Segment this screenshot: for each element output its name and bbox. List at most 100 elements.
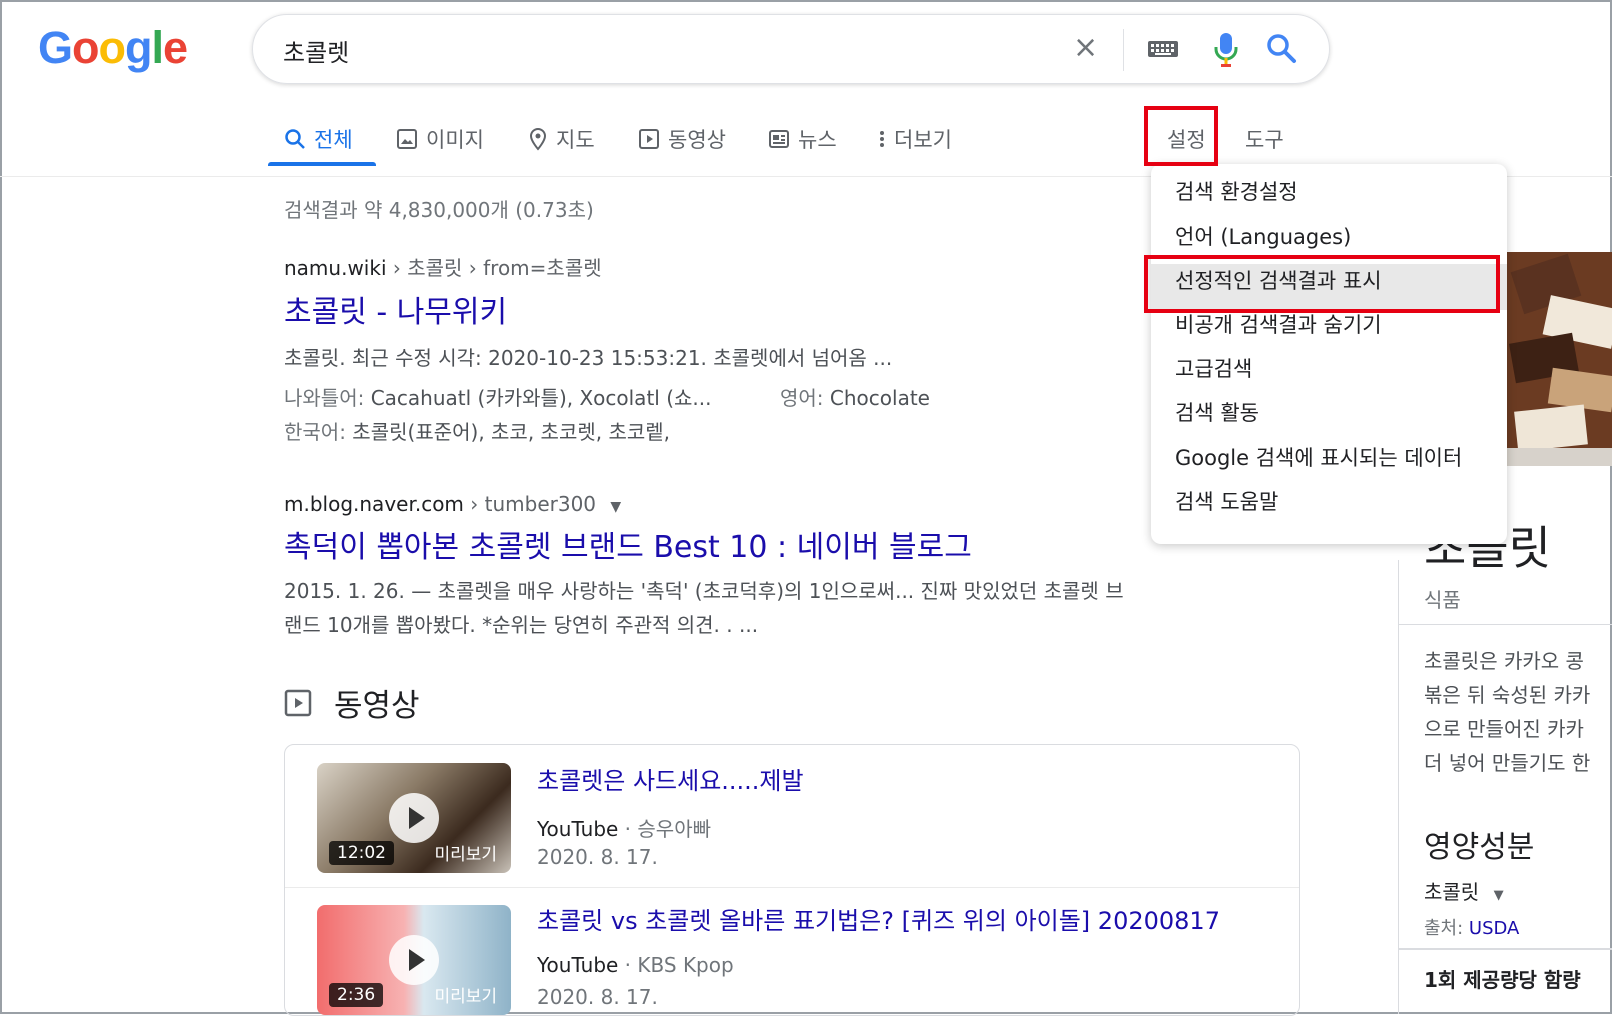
tab-maps[interactable]: 지도 xyxy=(528,124,595,154)
result-url[interactable]: m.blog.naver.com › tumber300 ▼ xyxy=(284,492,1124,516)
microphone-icon[interactable] xyxy=(1213,31,1239,73)
map-pin-icon xyxy=(529,127,547,151)
fact-value: 초콜릿(표준어), 초코, 초코렛, 초코렡, xyxy=(345,420,671,444)
video-duration: 2:36 xyxy=(329,983,384,1007)
tab-label: 전체 xyxy=(314,128,353,152)
more-vert-icon xyxy=(880,131,884,147)
desc-line: 으로 만들어진 카카 xyxy=(1424,717,1584,741)
desc-line: 볶은 뒤 숙성된 카카 xyxy=(1424,683,1591,707)
play-icon xyxy=(389,793,439,843)
tab-tools[interactable]: 도구 xyxy=(1245,124,1284,154)
menu-item-languages[interactable]: 언어 (Languages) xyxy=(1175,221,1351,251)
chocolate-image[interactable] xyxy=(1506,252,1612,466)
tab-label: 이미지 xyxy=(426,128,484,152)
result-breadcrumb: › tumber300 xyxy=(463,492,597,516)
fact-key: 영어: xyxy=(780,386,824,410)
serving-heading: 1회 제공량당 함량 xyxy=(1424,968,1581,992)
clear-icon[interactable]: × xyxy=(1073,33,1098,63)
result-snippet: 2015. 1. 26. — 초콜렛을 매우 사랑하는 '촉덕' (초코덕후)의… xyxy=(284,579,1124,603)
video-platform: YouTube xyxy=(537,817,619,841)
active-tab-indicator xyxy=(268,162,376,166)
search-divider xyxy=(1123,29,1124,71)
fact-key: 나와틀어: xyxy=(284,386,365,410)
logo-letter: G xyxy=(38,22,73,73)
tab-more[interactable]: 더보기 xyxy=(878,124,952,154)
caret-down-icon[interactable]: ▼ xyxy=(610,499,621,515)
tab-all[interactable]: 전체 xyxy=(284,124,353,154)
video-duration: 12:02 xyxy=(329,841,394,865)
video-title-link[interactable]: 초콜렛은 사드세요.....제발 xyxy=(537,761,804,796)
result-site: namu.wiki xyxy=(284,256,387,280)
nutrition-heading: 영양성분 xyxy=(1424,830,1535,865)
video-icon xyxy=(284,689,312,716)
tab-label: 지도 xyxy=(556,128,595,152)
preview-label: 미리보기 xyxy=(434,845,497,865)
logo-letter: e xyxy=(163,22,188,73)
video-title-link[interactable]: 초콜릿 vs 초콜렛 올바른 표기법은? [퀴즈 위의 아이돌] 2020081… xyxy=(537,901,1220,936)
result-breadcrumb: › 초콜릿 › from=초콜렛 xyxy=(386,256,602,280)
logo-letter: o xyxy=(98,22,126,73)
result-snippet: 초콜릿. 최근 수정 시각: 2020-10-23 15:53:21. 초콜렛에… xyxy=(284,346,893,370)
google-logo[interactable]: Google xyxy=(38,22,188,74)
search-input[interactable]: 초콜렛 xyxy=(283,33,349,68)
video-platform: YouTube xyxy=(537,953,619,977)
tab-label: 뉴스 xyxy=(798,128,837,152)
logo-letter: g xyxy=(125,22,152,73)
settings-menu: 검색 환경설정 언어 (Languages) 선정적인 검색결과 표시 비공개 … xyxy=(1151,164,1507,544)
tab-videos[interactable]: 동영상 xyxy=(638,124,726,154)
video-date: 2020. 8. 17. xyxy=(537,845,658,869)
divider xyxy=(1398,624,1612,625)
result-stats: 검색결과 약 4,830,000개 (0.73초) xyxy=(284,198,594,222)
result-title-link[interactable]: 촉덕이 뽑아본 초콜렛 브랜드 Best 10 : 네이버 블로그 xyxy=(284,522,1124,566)
nutrition-source: 출처: USDA xyxy=(1424,914,1519,940)
highlight-box-settings xyxy=(1144,106,1218,166)
menu-item-search-settings[interactable]: 검색 환경설정 xyxy=(1175,176,1298,206)
video-thumbnail[interactable]: 12:02 미리보기 xyxy=(317,763,511,873)
result-snippet: 랜드 10개를 뽑아봤다. *순위는 당연히 주관적 의견. . ... xyxy=(284,613,759,637)
tab-label: 동영상 xyxy=(668,128,726,152)
video-channel: KBS Kpop xyxy=(637,953,734,977)
news-icon xyxy=(769,130,789,148)
panel-description: 초콜릿은 카카오 콩 볶은 뒤 숙성된 카카 으로 만들어진 카카 더 넣어 만… xyxy=(1424,644,1612,780)
panel-subtitle: 식품 xyxy=(1424,588,1461,612)
tab-images[interactable]: 이미지 xyxy=(396,124,484,154)
highlight-box-safesearch xyxy=(1144,255,1500,313)
nutrition-item: 초콜릿 xyxy=(1424,880,1480,904)
caret-down-icon: ▼ xyxy=(1493,888,1504,903)
search-result: m.blog.naver.com › tumber300 ▼ 촉덕이 뽑아본 초… xyxy=(284,492,1124,642)
result-title-link[interactable]: 초콜릿 - 나무위키 xyxy=(284,287,1244,331)
source-link[interactable]: USDA xyxy=(1469,918,1519,939)
panel-left-border xyxy=(1398,560,1399,1014)
nutrition-item-select[interactable]: 초콜릿 ▼ xyxy=(1424,876,1504,905)
preview-label: 미리보기 xyxy=(434,987,497,1007)
video-icon xyxy=(639,129,659,149)
video-source: YouTube · 승우아빠 xyxy=(537,817,712,841)
tab-label: 더보기 xyxy=(894,128,952,152)
tab-news[interactable]: 뉴스 xyxy=(768,124,837,154)
video-source: YouTube · KBS Kpop xyxy=(537,953,734,977)
video-thumbnail[interactable]: 2:36 미리보기 xyxy=(317,905,511,1015)
videos-section-heading: 동영상 xyxy=(284,680,420,725)
logo-letter: l xyxy=(151,22,164,73)
menu-item-search-activity[interactable]: 검색 활동 xyxy=(1175,397,1259,427)
fact-key: 한국어: xyxy=(284,420,346,444)
menu-item-your-data[interactable]: Google 검색에 표시되는 데이터 xyxy=(1175,442,1462,472)
search-icon[interactable] xyxy=(1265,32,1297,68)
desc-line: 초콜릿은 카카오 콩 xyxy=(1424,649,1584,673)
fact-value: Cacahuatl (카카와틀), Xocolatl (쇼... xyxy=(364,386,712,410)
fact-value: Chocolate xyxy=(823,386,930,410)
image-icon xyxy=(397,129,417,149)
search-box[interactable]: 초콜렛 × xyxy=(252,14,1330,84)
divider xyxy=(285,887,1299,888)
play-icon xyxy=(389,935,439,985)
result-url[interactable]: namu.wiki › 초콜릿 › from=초콜렛 xyxy=(284,252,1244,281)
menu-item-advanced-search[interactable]: 고급검색 xyxy=(1175,353,1252,383)
source-label: 출처: xyxy=(1424,918,1469,939)
section-title: 동영상 xyxy=(334,688,420,724)
result-site: m.blog.naver.com xyxy=(284,492,464,516)
tab-label: 도구 xyxy=(1245,128,1284,152)
video-carousel: 12:02 미리보기 초콜렛은 사드세요.....제발 YouTube · 승우… xyxy=(284,744,1300,1016)
menu-item-search-help[interactable]: 검색 도움말 xyxy=(1175,486,1278,516)
menu-item-hide-private[interactable]: 비공개 검색결과 숨기기 xyxy=(1175,309,1382,339)
keyboard-icon[interactable] xyxy=(1147,37,1179,65)
